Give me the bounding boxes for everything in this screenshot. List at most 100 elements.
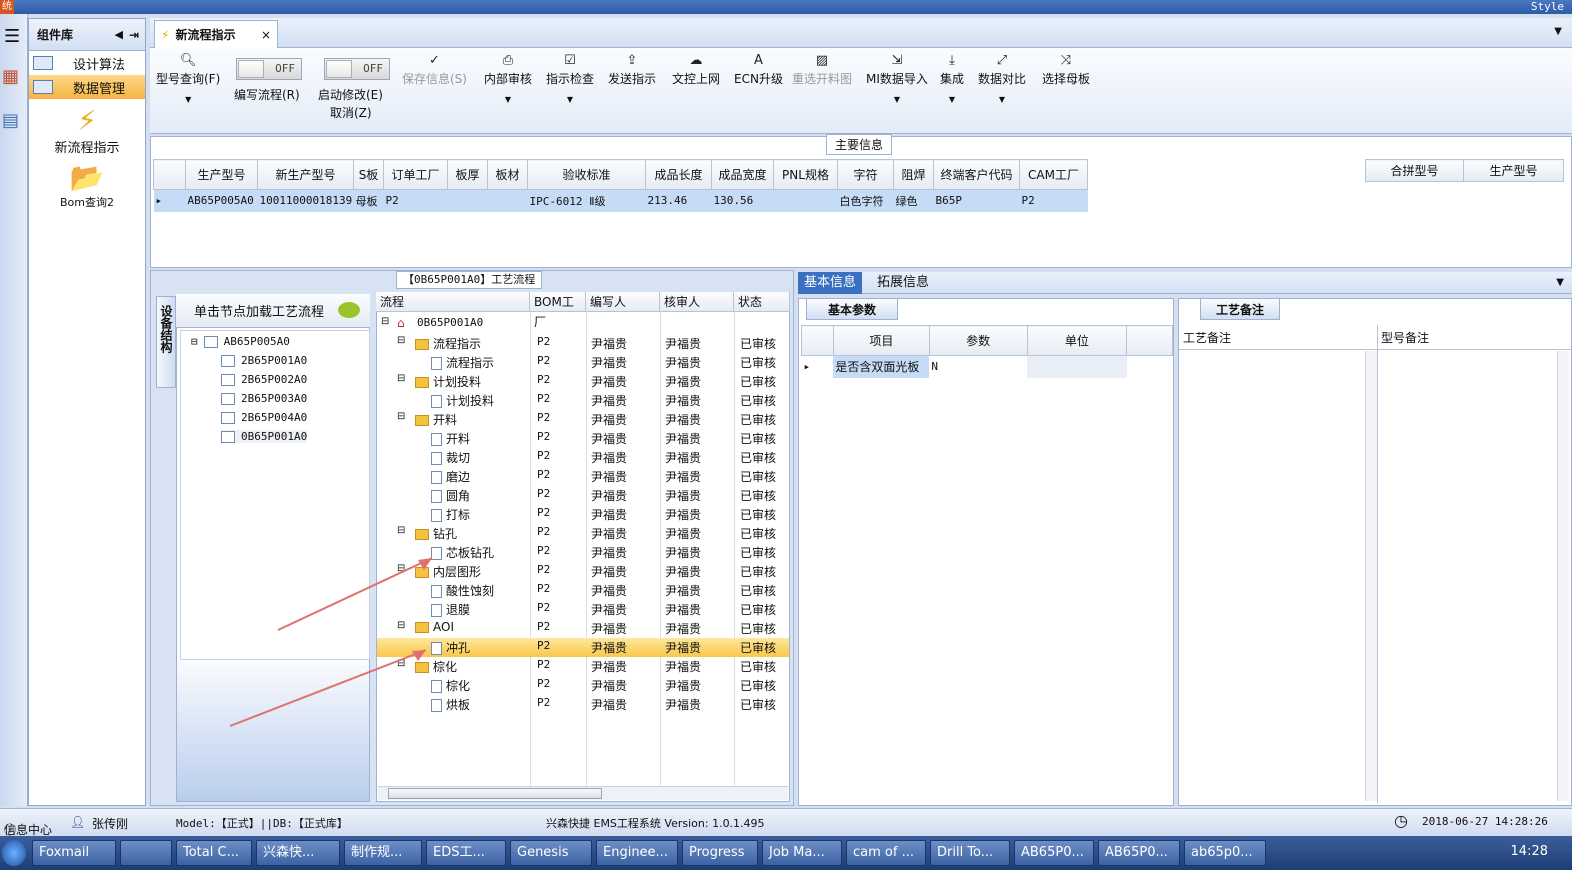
dropdown-arrow-icon[interactable]: ▼: [546, 95, 594, 104]
write-flow-toggle[interactable]: OFF: [236, 58, 302, 80]
flow-row[interactable]: ⊟ 计划投料 P2 尹福贵 尹福贵 已审核: [377, 372, 789, 391]
column-header[interactable]: 板材: [487, 159, 528, 190]
table-cell[interactable]: 绿色: [893, 189, 934, 212]
model-query-button[interactable]: 🔍︎ 型号查询(F) ▼: [156, 52, 220, 104]
collapse-icon[interactable]: ⊟: [381, 316, 389, 327]
flow-row[interactable]: 磨边 P2 尹福贵 尹福贵 已审核: [377, 467, 789, 486]
node-checkbox[interactable]: [221, 392, 235, 405]
table-row[interactable]: ▸ AB65P005A0 10011000018139 母板 P2 IPC-60…: [153, 189, 1088, 212]
table-cell[interactable]: 213.46: [645, 189, 712, 212]
tab-list-icon[interactable]: ▼: [1556, 277, 1564, 288]
remark-scrollbar[interactable]: [1365, 351, 1377, 801]
tab-extended-info[interactable]: 拓展信息: [868, 272, 938, 294]
model-remark-scrollbar[interactable]: [1557, 351, 1569, 801]
tab-new-flow-instruction[interactable]: ⚡ 新流程指示 ×: [154, 20, 278, 48]
tab-list-icon[interactable]: ▼: [1554, 26, 1562, 37]
column-header[interactable]: 项目: [832, 325, 930, 356]
flow-row[interactable]: ⊟ AOI P2 尹福贵 尹福贵 已审核: [377, 619, 789, 638]
column-header[interactable]: 核审人: [660, 292, 734, 312]
mi-import-button[interactable]: ⇲ MI数据导入 ▼: [866, 52, 928, 104]
node-checkbox[interactable]: [221, 354, 235, 367]
taskbar-item[interactable]: Genesis: [510, 840, 592, 866]
scrollbar-thumb[interactable]: [388, 788, 602, 799]
flow-row[interactable]: ⊟ 钻孔 P2 尹福贵 尹福贵 已审核: [377, 524, 789, 543]
select-parent-button[interactable]: ⤨ 选择母板: [1042, 52, 1090, 87]
taskbar-item[interactable]: ab65p0...: [1184, 840, 1266, 866]
node-checkbox[interactable]: [221, 411, 235, 424]
table-cell[interactable]: [773, 189, 838, 212]
device-structure-tab[interactable]: 设备结构: [156, 296, 176, 388]
column-header[interactable]: 板厚: [447, 159, 488, 190]
flow-row[interactable]: 冲孔 P2 尹福贵 尹福贵 已审核: [377, 638, 789, 657]
bom-query-item[interactable]: 📂 Bom查询2: [29, 162, 145, 210]
dropdown-arrow-icon[interactable]: ▼: [978, 95, 1026, 104]
column-header[interactable]: PNL规格: [773, 159, 838, 190]
tree-node[interactable]: 2B65P002A0: [221, 373, 307, 386]
table-cell[interactable]: 10011000018139: [257, 189, 354, 212]
taskbar-item[interactable]: Enginee...: [596, 840, 678, 866]
table-cell[interactable]: N: [929, 356, 1027, 378]
tree-node[interactable]: ⊟ AB65P005A0: [191, 335, 290, 348]
column-header[interactable]: 验收标准: [527, 159, 646, 190]
collapse-icon[interactable]: ⊟: [191, 335, 198, 348]
save-info-button[interactable]: ✓ 保存信息(S): [402, 52, 467, 87]
table-cell[interactable]: AB65P005A0: [185, 189, 258, 212]
collapse-icon[interactable]: ⊟: [397, 525, 405, 536]
tree-node[interactable]: 2B65P001A0: [221, 354, 307, 367]
flow-row[interactable]: 棕化 P2 尹福贵 尹福贵 已审核: [377, 676, 789, 695]
column-header[interactable]: 成品长度: [645, 159, 712, 190]
taskbar-item[interactable]: AB65P0...: [1014, 840, 1094, 866]
flow-row[interactable]: 圆角 P2 尹福贵 尹福贵 已审核: [377, 486, 789, 505]
column-header[interactable]: 生产型号: [1463, 159, 1564, 182]
close-icon[interactable]: ×: [261, 28, 271, 42]
dropdown-arrow-icon[interactable]: ▼: [940, 95, 964, 104]
data-compare-button[interactable]: ⤢ 数据对比 ▼: [978, 52, 1026, 104]
flow-row[interactable]: 流程指示 P2 尹福贵 尹福贵 已审核: [377, 353, 789, 372]
column-header[interactable]: 成品宽度: [711, 159, 774, 190]
taskbar-item[interactable]: cam of ...: [846, 840, 926, 866]
tree-node[interactable]: 2B65P004A0: [221, 411, 307, 424]
collapse-icon[interactable]: ⊟: [397, 620, 405, 631]
integrate-button[interactable]: ⤓ 集成 ▼: [940, 52, 964, 104]
factory-icon[interactable]: ▦: [2, 66, 19, 87]
table-cell[interactable]: [447, 189, 488, 212]
flow-row[interactable]: 酸性蚀刻 P2 尹福贵 尹福贵 已审核: [377, 581, 789, 600]
column-header[interactable]: 单位: [1026, 325, 1128, 356]
column-header[interactable]: 字符: [837, 159, 894, 190]
tab-basic-info[interactable]: 基本信息: [798, 272, 862, 294]
column-header[interactable]: 流程: [376, 292, 530, 312]
dropdown-arrow-icon[interactable]: ▼: [156, 95, 220, 104]
basic-params-tab[interactable]: 基本参数: [806, 298, 898, 320]
dropdown-arrow-icon[interactable]: ▼: [484, 95, 532, 104]
start-button[interactable]: [2, 840, 26, 866]
column-header[interactable]: 编写人: [586, 292, 660, 312]
collapse-icon[interactable]: ⊟: [397, 411, 405, 422]
nav-item-data-management[interactable]: 数据管理: [29, 75, 145, 99]
collapse-icon[interactable]: ⊟: [397, 563, 405, 574]
column-header[interactable]: S板: [353, 159, 384, 190]
node-checkbox[interactable]: [221, 373, 235, 386]
column-header[interactable]: 合拼型号: [1365, 159, 1464, 182]
taskbar-item[interactable]: Progress: [682, 840, 758, 866]
style-menu[interactable]: Style: [1531, 0, 1564, 14]
flow-row[interactable]: 裁切 P2 尹福贵 尹福贵 已审核: [377, 448, 789, 467]
internal-review-button[interactable]: ⎙ 内部审核 ▼: [484, 52, 532, 104]
collapse-icon[interactable]: ⊟: [397, 335, 405, 346]
column-header[interactable]: 状态: [734, 292, 790, 312]
process-remark-tab[interactable]: 工艺备注: [1200, 298, 1280, 320]
ecn-upgrade-button[interactable]: A ECN升级: [734, 52, 783, 87]
collapse-icon[interactable]: ⊟: [397, 658, 405, 669]
taskbar-item[interactable]: 兴森快...: [256, 840, 340, 866]
flow-row[interactable]: 退膜 P2 尹福贵 尹福贵 已审核: [377, 600, 789, 619]
table-cell[interactable]: 母板: [353, 189, 384, 212]
column-header[interactable]: 订单工厂: [383, 159, 448, 190]
taskbar-item[interactable]: Total C...: [176, 840, 252, 866]
flow-row[interactable]: 打标 P2 尹福贵 尹福贵 已审核: [377, 505, 789, 524]
taskbar-item[interactable]: 制作规...: [344, 840, 422, 866]
tree-node-selected[interactable]: 0B65P001A0: [221, 430, 308, 443]
taskbar-item[interactable]: Foxmail: [32, 840, 116, 866]
flow-row[interactable]: ⊟ 内层图形 P2 尹福贵 尹福贵 已审核: [377, 562, 789, 581]
table-cell[interactable]: P2: [1019, 189, 1088, 212]
menu-icon[interactable]: ☰: [4, 26, 20, 47]
collapse-left-icon[interactable]: ◀: [114, 28, 122, 41]
